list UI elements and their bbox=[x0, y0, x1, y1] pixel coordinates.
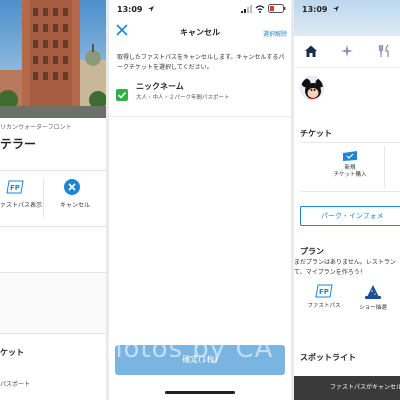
divider bbox=[0, 333, 106, 334]
status-time: 13:09 bbox=[302, 5, 328, 14]
attraction-title: テラー bbox=[0, 137, 37, 151]
status-bar: 13:09 bbox=[294, 0, 400, 18]
buy-ticket-button[interactable]: 新規 チケット購入 bbox=[322, 150, 378, 190]
cancel-button[interactable]: キャンセル bbox=[56, 178, 96, 222]
status-bar: 13:09 bbox=[109, 0, 291, 18]
home-panel: 13:09 チケット 新規 チケット購入 パーク・インフォメ プラン まだプラン… bbox=[294, 0, 400, 400]
ticket-type: パスポート bbox=[0, 381, 31, 388]
home-icon[interactable] bbox=[304, 44, 318, 58]
cancel-instructions: 取得したファストパスをキャンセルします。キャンセルするパークチケットを選択してく… bbox=[117, 54, 285, 71]
location-arrow-icon bbox=[333, 6, 339, 12]
spacer bbox=[0, 273, 106, 333]
attraction-area: リカンウォーターフロント bbox=[0, 124, 72, 131]
buy-ticket-label-1: 新規 bbox=[344, 165, 356, 171]
clear-selection-button[interactable]: 選択解除 bbox=[263, 29, 287, 38]
show-fastpass-label: ァストパス表示 bbox=[0, 202, 43, 209]
fastpass-icon: FP bbox=[315, 284, 333, 298]
ticket-heading: チケット bbox=[300, 129, 332, 138]
spotlight-heading: スポットライト bbox=[300, 353, 356, 362]
divider bbox=[384, 146, 385, 188]
status-time: 13:09 bbox=[117, 5, 143, 14]
ticket-heading: ケット bbox=[0, 348, 24, 357]
plan-empty-text-1: まだプランはありません。レストラン bbox=[294, 259, 396, 266]
confirm-button[interactable]: 確定(1枚) bbox=[115, 345, 285, 375]
show-lottery-button[interactable]: ショー抽選 bbox=[350, 284, 396, 320]
cancel-fastpass-panel: 13:09 キャンセル 選択解除 取得したファストパスをキャンセルします。キャン… bbox=[109, 0, 291, 400]
home-indicator bbox=[165, 391, 235, 394]
svg-text:FP: FP bbox=[319, 288, 329, 296]
divider bbox=[109, 116, 291, 117]
tower-of-terror-image bbox=[0, 0, 106, 118]
tab-bar bbox=[294, 36, 400, 68]
checkmark-icon bbox=[117, 91, 127, 99]
cancel-label: キャンセル bbox=[60, 202, 91, 209]
restaurant-icon[interactable] bbox=[378, 44, 392, 58]
cancel-circle-icon bbox=[64, 179, 80, 195]
svg-text:FP: FP bbox=[10, 184, 20, 192]
show-lottery-label: ショー抽選 bbox=[359, 305, 387, 311]
divider bbox=[43, 178, 44, 218]
wizard-hat-icon bbox=[365, 285, 381, 299]
plan-heading: プラン bbox=[300, 247, 324, 256]
plan-fastpass-button[interactable]: FP ファストパス bbox=[302, 284, 346, 320]
wifi-icon bbox=[255, 5, 265, 13]
ticket-list-item[interactable]: ニックネーム 大人・中人・２パーク年間パスポート bbox=[109, 78, 291, 114]
divider bbox=[0, 170, 106, 171]
plan-empty-text-2: て、マイプランを作ろう！ bbox=[294, 269, 366, 276]
park-info-button[interactable]: パーク・インフォメ bbox=[300, 206, 400, 226]
ticket-type: 大人・中人・２パーク年間パスポート bbox=[136, 95, 230, 101]
modal-header: キャンセル 選択解除 bbox=[109, 18, 291, 44]
avatar[interactable] bbox=[300, 76, 324, 100]
ticket-icon bbox=[343, 151, 357, 161]
attraction-detail-panel: リカンウォーターフロント テラー FP ァストパス表示 キャンセル ケット パス… bbox=[0, 0, 106, 400]
plan-fastpass-label: ファストパス bbox=[307, 303, 341, 309]
location-arrow-icon bbox=[148, 6, 154, 12]
buy-ticket-label-2: チケット購入 bbox=[333, 172, 367, 178]
battery-icon bbox=[268, 4, 286, 13]
divider bbox=[0, 226, 106, 227]
attraction-photo bbox=[0, 0, 106, 118]
signal-icon bbox=[241, 5, 252, 13]
sparkle-icon[interactable] bbox=[340, 44, 354, 58]
fastpass-icon: FP bbox=[6, 180, 24, 194]
ticket-nickname: ニックネーム bbox=[136, 82, 184, 91]
mickey-avatar-icon bbox=[301, 78, 323, 99]
ticket-checkbox[interactable] bbox=[116, 89, 128, 101]
toast-message: ファストパスがキャンセルさ bbox=[294, 376, 400, 400]
show-fastpass-button[interactable]: FP ァストパス表示 bbox=[0, 178, 42, 222]
